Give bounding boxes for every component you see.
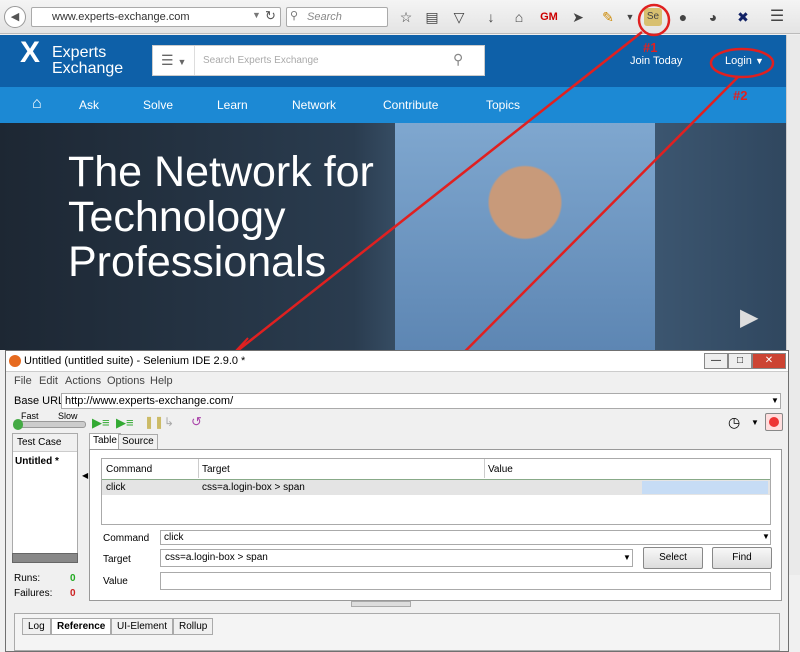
- firefox-icon: [9, 355, 21, 367]
- value-input[interactable]: [160, 572, 771, 590]
- selenium-window: Untitled (untitled suite) - Selenium IDE…: [5, 350, 789, 652]
- tab-reference[interactable]: Reference: [51, 618, 112, 635]
- clock-dropdown-icon[interactable]: ▼: [751, 418, 759, 427]
- rollup-icon[interactable]: ↺: [191, 414, 202, 430]
- speed-slider[interactable]: [13, 419, 86, 430]
- column-target[interactable]: Target: [202, 464, 230, 475]
- column-divider-1: [198, 459, 199, 478]
- play-test-icon[interactable]: ▶≡: [116, 415, 134, 431]
- annotation-circle-1: [637, 3, 671, 37]
- annotation-circle-2: [709, 47, 775, 79]
- runs-label: Runs:: [14, 573, 41, 584]
- tab-log[interactable]: Log: [22, 618, 51, 635]
- window-title: Untitled (untitled suite) - Selenium IDE…: [24, 355, 246, 367]
- failures-label: Failures:: [14, 588, 53, 599]
- menu-file[interactable]: File: [14, 375, 32, 387]
- column-command[interactable]: Command: [106, 464, 152, 475]
- row-target: css=a.login-box > span: [202, 482, 305, 493]
- select-button[interactable]: Select: [643, 547, 703, 569]
- failures-value: 0: [70, 588, 76, 599]
- speed-fast-label: Fast: [21, 411, 39, 421]
- target-dropdown-icon[interactable]: ▼: [623, 553, 631, 562]
- speed-slow-label: Slow: [58, 411, 78, 421]
- base-url-dropdown-icon[interactable]: ▼: [771, 396, 779, 405]
- bottom-splitter[interactable]: [351, 601, 411, 607]
- column-divider-2: [484, 459, 485, 478]
- table-row[interactable]: click css=a.login-box > span: [102, 479, 770, 495]
- test-case-header: Test Case: [13, 434, 77, 452]
- menu-bar: File Edit Actions Options Help: [6, 372, 788, 390]
- value-label: Value: [103, 576, 128, 587]
- base-url-input[interactable]: http://www.experts-exchange.com/: [61, 393, 781, 409]
- test-case-panel: Test Case Untitled *: [12, 433, 78, 559]
- row-value-highlight: [642, 481, 768, 494]
- close-button[interactable]: ✕: [752, 353, 786, 369]
- tab-source[interactable]: Source: [118, 434, 158, 450]
- column-value[interactable]: Value: [488, 464, 513, 475]
- tab-rollup[interactable]: Rollup: [173, 618, 214, 635]
- command-table: Command Target Value click css=a.login-b…: [101, 458, 771, 525]
- target-input[interactable]: css=a.login-box > span: [160, 549, 633, 567]
- selenium-titlebar: Untitled (untitled suite) - Selenium IDE…: [6, 351, 788, 372]
- pause-icon[interactable]: ❚❚: [144, 415, 164, 429]
- test-case-item[interactable]: Untitled *: [13, 452, 77, 471]
- annotation-arrow-1: [231, 31, 643, 356]
- menu-edit[interactable]: Edit: [39, 375, 58, 387]
- step-icon[interactable]: ↳: [164, 415, 174, 429]
- base-url-label: Base URL: [14, 395, 65, 407]
- record-icon: [769, 417, 779, 427]
- row-command: click: [106, 482, 126, 493]
- play-suite-icon[interactable]: ▶≡: [92, 415, 110, 431]
- menu-actions[interactable]: Actions: [65, 375, 101, 387]
- splitter-handle[interactable]: ◀: [82, 471, 88, 480]
- maximize-button[interactable]: □: [728, 353, 752, 369]
- tab-table[interactable]: Table: [89, 433, 121, 449]
- menu-options[interactable]: Options: [107, 375, 145, 387]
- menu-help[interactable]: Help: [150, 375, 173, 387]
- speed-slider-thumb[interactable]: [13, 419, 23, 430]
- tab-ui-element[interactable]: UI-Element: [111, 618, 174, 635]
- annotation-label-2: #2: [733, 88, 747, 103]
- editor-panel: Command Target Value click css=a.login-b…: [89, 449, 782, 601]
- runs-value: 0: [70, 573, 76, 584]
- command-dropdown-icon[interactable]: ▼: [762, 532, 770, 541]
- minimize-button[interactable]: —: [704, 353, 728, 369]
- target-label: Target: [103, 554, 131, 565]
- progress-bar: [12, 553, 78, 563]
- record-button[interactable]: [765, 413, 783, 431]
- command-input[interactable]: click: [160, 530, 771, 545]
- annotation-label-1: #1: [643, 40, 657, 55]
- clock-icon[interactable]: ◷: [728, 414, 740, 431]
- find-button[interactable]: Find: [712, 547, 772, 569]
- command-label: Command: [103, 533, 150, 544]
- bottom-panel: Log Reference UI-Element Rollup: [14, 613, 780, 651]
